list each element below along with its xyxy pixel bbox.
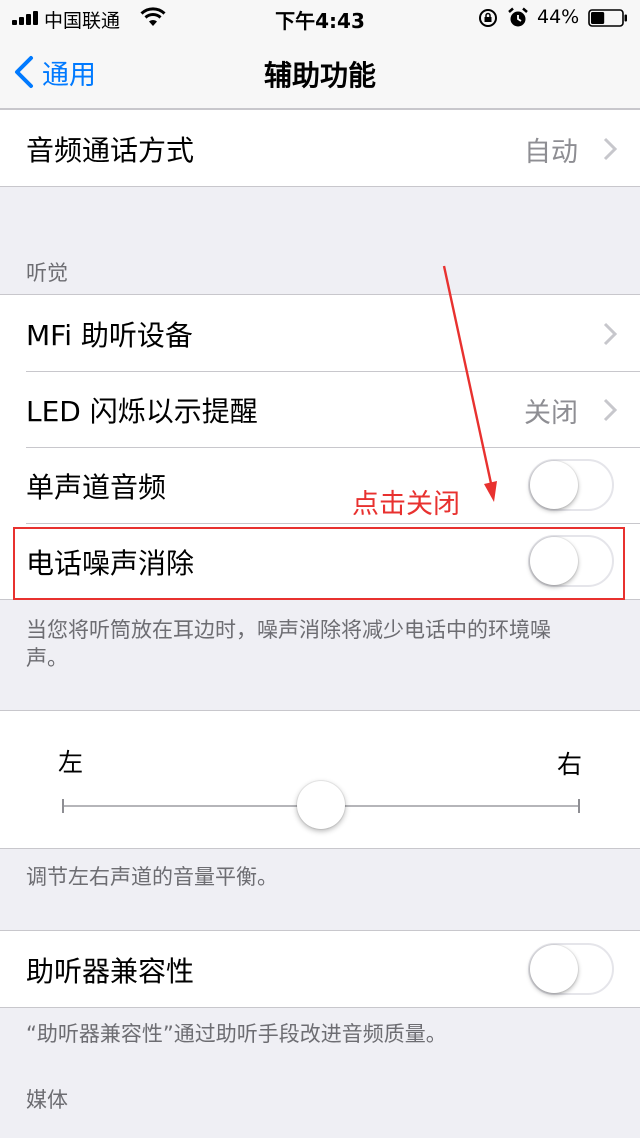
balance-left-label: 左: [58, 748, 84, 777]
hearing-group: MFi 助听设备 LED 闪烁以示提醒 关闭 单声道音频 电话噪声消除: [0, 294, 640, 600]
led-flash-row[interactable]: LED 闪烁以示提醒 关闭: [0, 371, 640, 447]
balance-footer: 调节左右声道的音量平衡。: [26, 865, 278, 889]
noise-cancellation-label: 电话噪声消除: [26, 547, 195, 580]
mfi-hearing-devices-row[interactable]: MFi 助听设备: [0, 295, 640, 371]
hearing-aid-compat-toggle[interactable]: [528, 943, 614, 995]
chevron-right-icon: [603, 322, 618, 346]
hearing-section-header: 听觉: [26, 261, 68, 285]
audio-routing-label: 音频通话方式: [26, 134, 195, 167]
balance-group: 左 右: [0, 710, 640, 849]
audio-routing-value: 自动: [524, 137, 578, 168]
balance-slider-thumb[interactable]: [297, 781, 345, 829]
orientation-lock-icon: [479, 9, 497, 27]
page-title: 辅助功能: [263, 59, 376, 92]
hearing-aid-footer: “助听器兼容性”通过助听手段改进音频质量。: [26, 1022, 447, 1046]
audio-routing-row[interactable]: 音频通话方式 自动: [0, 110, 640, 186]
balance-right-label: 右: [556, 750, 582, 779]
mono-audio-row: 单声道音频: [0, 447, 640, 523]
led-flash-label: LED 闪烁以示提醒: [26, 395, 258, 428]
status-bar: 中国联通 下午4:43 44%: [0, 0, 640, 36]
toggle-knob: [530, 537, 578, 585]
alarm-icon: [508, 7, 528, 27]
chevron-right-icon: [603, 398, 618, 422]
toggle-knob: [530, 945, 578, 993]
noise-cancellation-footer: 当您将听筒放在耳边时，噪声消除将减少电话中的环境噪声。: [26, 618, 551, 670]
mono-audio-toggle[interactable]: [528, 459, 614, 511]
noise-cancellation-row: 电话噪声消除: [0, 523, 640, 599]
annotation-label: 点击关闭: [352, 489, 460, 520]
battery-icon: [588, 9, 627, 27]
hearing-aid-compat-label: 助听器兼容性: [26, 955, 195, 988]
media-section-header: 媒体: [26, 1088, 68, 1112]
noise-cancellation-toggle[interactable]: [528, 535, 614, 587]
chevron-right-icon: [603, 137, 618, 161]
toggle-knob: [530, 461, 578, 509]
led-flash-value: 关闭: [524, 398, 578, 429]
slider-left-tick: [62, 799, 64, 813]
mfi-hearing-devices-label: MFi 助听设备: [26, 319, 193, 352]
hearing-aid-group: 助听器兼容性: [0, 930, 640, 1008]
mono-audio-label: 单声道音频: [26, 471, 167, 504]
slider-right-tick: [578, 799, 580, 813]
navigation-bar: 通用 辅助功能: [0, 36, 640, 109]
battery-percent: 44%: [537, 6, 580, 28]
hearing-aid-compat-row: 助听器兼容性: [0, 931, 640, 1007]
audio-routing-group: 音频通话方式 自动: [0, 109, 640, 187]
